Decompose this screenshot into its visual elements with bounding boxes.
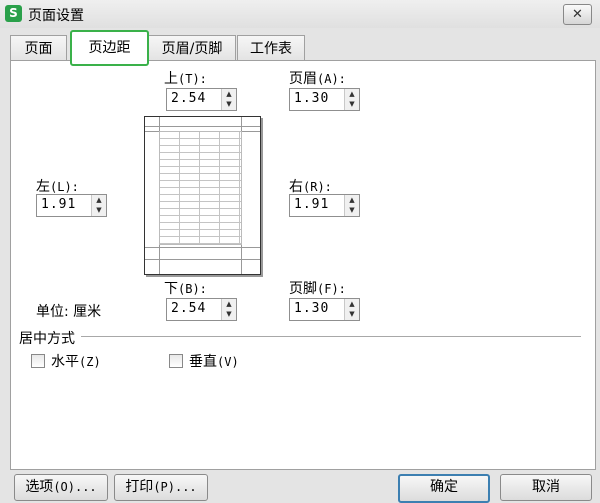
top-margin-spinner[interactable]: 2.54 ▲ ▼ xyxy=(166,88,237,111)
tab-page-label: 页面 xyxy=(24,41,53,57)
options-button-accel: (O)... xyxy=(53,480,97,494)
horizontal-center-checkbox[interactable] xyxy=(31,354,45,368)
up-arrow-icon[interactable]: ▲ xyxy=(345,195,359,205)
down-arrow-icon[interactable]: ▼ xyxy=(345,205,359,215)
vertical-center-label[interactable]: 垂直(V) xyxy=(189,351,239,371)
up-arrow-icon[interactable]: ▲ xyxy=(345,89,359,99)
unit-label: 单位: 厘米 xyxy=(36,304,102,320)
top-margin-value[interactable]: 2.54 xyxy=(171,91,206,106)
options-button-label: 选项 xyxy=(25,479,54,495)
header-guide xyxy=(145,126,260,127)
margins-panel: 上(T): 2.54 ▲ ▼ 页眉(A): 1.30 ▲ ▼ 左(L): 1.9… xyxy=(10,60,596,470)
horizontal-center-label[interactable]: 水平(Z) xyxy=(51,351,101,371)
header-margin-spinner[interactable]: 1.30 ▲ ▼ xyxy=(289,88,360,111)
header-margin-label: 页眉(A): xyxy=(289,71,346,87)
footer-margin-value[interactable]: 1.30 xyxy=(294,301,329,316)
tab-sheet-label: 工作表 xyxy=(250,41,292,57)
print-button-accel: (P)... xyxy=(153,480,197,494)
print-button[interactable]: 打印(P)... xyxy=(114,474,208,501)
options-button[interactable]: 选项(O)... xyxy=(14,474,108,501)
close-icon: ✕ xyxy=(572,7,583,22)
print-button-label: 打印 xyxy=(125,479,154,495)
left-margin-spinner[interactable]: 1.91 ▲ ▼ xyxy=(36,194,107,217)
tab-sheet[interactable]: 工作表 xyxy=(237,35,305,62)
left-margin-value[interactable]: 1.91 xyxy=(41,197,76,212)
bottom-margin-value[interactable]: 2.54 xyxy=(171,301,206,316)
tab-header-footer-label: 页眉/页脚 xyxy=(161,41,223,57)
centering-group-title: 居中方式 xyxy=(19,331,75,347)
up-arrow-icon[interactable]: ▲ xyxy=(222,89,236,99)
tab-page[interactable]: 页面 xyxy=(10,35,67,62)
bottom-margin-guide xyxy=(145,247,260,248)
ok-button-label: 确定 xyxy=(430,479,458,495)
page-preview xyxy=(144,116,261,275)
title-bar: S 页面设置 ✕ xyxy=(0,0,600,28)
cancel-button[interactable]: 取消 xyxy=(500,474,592,501)
down-arrow-icon[interactable]: ▼ xyxy=(345,99,359,109)
up-arrow-icon[interactable]: ▲ xyxy=(92,195,106,205)
top-margin-label: 上(T): xyxy=(164,71,207,87)
window-title: 页面设置 xyxy=(28,8,84,24)
left-margin-label: 左(L): xyxy=(36,179,79,195)
preview-cell-grid xyxy=(159,131,242,245)
up-arrow-icon[interactable]: ▲ xyxy=(222,299,236,309)
header-margin-value[interactable]: 1.30 xyxy=(294,91,329,106)
up-arrow-icon[interactable]: ▲ xyxy=(345,299,359,309)
down-arrow-icon[interactable]: ▼ xyxy=(222,99,236,109)
footer-guide xyxy=(145,259,260,260)
tab-margins-label: 页边距 xyxy=(88,40,131,56)
right-margin-spinner[interactable]: 1.91 ▲ ▼ xyxy=(289,194,360,217)
bottom-margin-label: 下(B): xyxy=(164,281,207,297)
down-arrow-icon[interactable]: ▼ xyxy=(345,309,359,319)
tab-header-footer[interactable]: 页眉/页脚 xyxy=(148,35,236,62)
footer-margin-label: 页脚(F): xyxy=(289,281,346,297)
wps-spreadsheet-icon: S xyxy=(5,5,22,22)
right-margin-label: 右(R): xyxy=(289,179,332,195)
vertical-center-checkbox[interactable] xyxy=(169,354,183,368)
down-arrow-icon[interactable]: ▼ xyxy=(222,309,236,319)
right-margin-value[interactable]: 1.91 xyxy=(294,197,329,212)
centering-group-divider xyxy=(81,336,581,337)
down-arrow-icon[interactable]: ▼ xyxy=(92,205,106,215)
footer-margin-spinner[interactable]: 1.30 ▲ ▼ xyxy=(289,298,360,321)
cancel-button-label: 取消 xyxy=(532,479,560,495)
tab-margins[interactable]: 页边距 xyxy=(70,30,149,66)
bottom-margin-spinner[interactable]: 2.54 ▲ ▼ xyxy=(166,298,237,321)
close-button[interactable]: ✕ xyxy=(563,4,592,25)
